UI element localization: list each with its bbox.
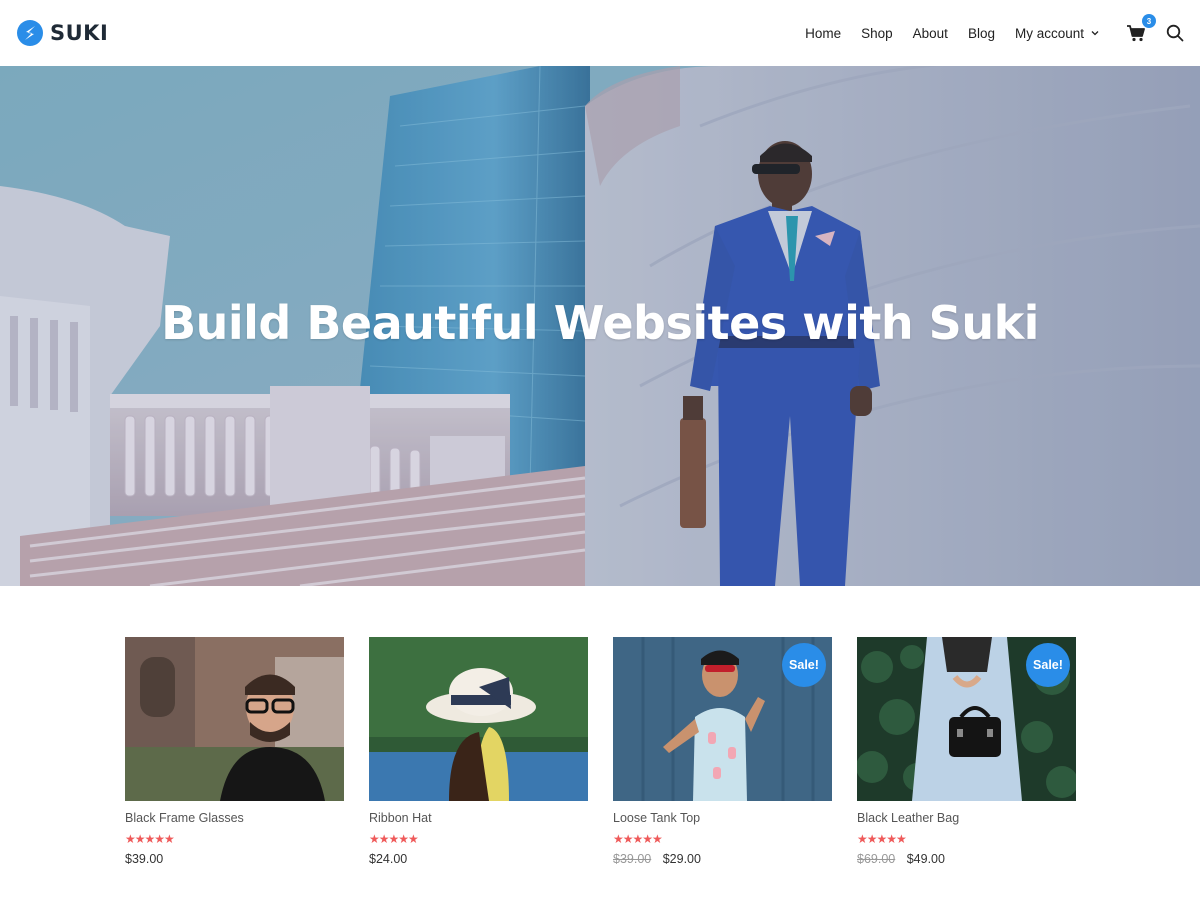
rating-stars: ★★★★★: [125, 832, 175, 846]
nav-about-label: About: [912, 25, 948, 41]
nav-my-account[interactable]: My account: [1005, 0, 1110, 66]
chevron-down-icon: [1091, 31, 1099, 36]
product-price: $39.00 $29.00: [613, 852, 832, 866]
product-price: $69.00 $49.00: [857, 852, 1076, 866]
product-card: Ribbon Hat ★★★★★ $24.00: [369, 637, 588, 877]
nav-my-account-label: My account: [1014, 25, 1084, 41]
nav-home[interactable]: Home: [795, 0, 851, 66]
price-original: $69.00: [857, 852, 896, 866]
search-button[interactable]: [1166, 24, 1184, 42]
product-name[interactable]: Loose Tank Top: [613, 811, 832, 825]
product-card: Black Frame Glasses ★★★★★ $39.00: [125, 637, 344, 877]
price-current: $49.00: [906, 852, 945, 866]
product-card: Sale! Black Leather Bag ★★★★★ $69.00 $49…: [857, 637, 1076, 877]
site-logo[interactable]: SUKI: [16, 19, 108, 47]
product-image-ribbon-hat[interactable]: [369, 637, 588, 801]
main-nav: Home Shop About Blog My account 3: [795, 0, 1184, 66]
product-name[interactable]: Black Leather Bag: [857, 811, 1076, 825]
product-name[interactable]: Black Frame Glasses: [125, 811, 344, 825]
sale-badge: Sale!: [782, 643, 826, 687]
cart-icon: [1127, 25, 1145, 42]
product-grid: Black Frame Glasses ★★★★★ $39.00 Ribbon …: [125, 637, 1076, 877]
price-current: $39.00: [125, 852, 164, 866]
price-current: $24.00: [369, 852, 408, 866]
product-name[interactable]: Ribbon Hat: [369, 811, 588, 825]
suki-logo-icon: [17, 20, 43, 46]
product-price: $39.00: [125, 852, 344, 866]
cart-button[interactable]: 3: [1126, 14, 1156, 43]
search-icon: [1166, 24, 1184, 42]
nav-blog[interactable]: Blog: [958, 0, 1005, 66]
nav-about[interactable]: About: [903, 0, 958, 66]
nav-blog-label: Blog: [967, 25, 995, 41]
nav-home-label: Home: [805, 25, 842, 41]
price-current: $29.00: [662, 852, 701, 866]
nav-shop[interactable]: Shop: [851, 0, 903, 66]
price-original: $39.00: [613, 852, 652, 866]
product-price: $24.00: [369, 852, 588, 866]
rating-stars: ★★★★★: [369, 832, 419, 846]
site-header: SUKI Home Shop About Blog My account 3: [0, 0, 1200, 66]
product-card: Sale! Loose Tank Top ★★★★★ $39.00 $29.00: [613, 637, 832, 877]
cart-count-badge: 3: [1142, 14, 1156, 28]
hero-banner: Build Beautiful Websites with Suki: [0, 66, 1200, 586]
nav-shop-label: Shop: [861, 25, 893, 41]
product-photo: [369, 637, 588, 801]
hero-title: Build Beautiful Websites with Suki: [161, 296, 1039, 350]
rating-stars: ★★★★★: [613, 832, 663, 846]
product-photo: [125, 637, 344, 801]
product-image-black-leather-bag[interactable]: Sale!: [857, 637, 1076, 801]
rating-stars: ★★★★★: [857, 832, 907, 846]
product-image-black-frame-glasses[interactable]: [125, 637, 344, 801]
product-image-loose-tank-top[interactable]: Sale!: [613, 637, 832, 801]
brand-name: SUKI: [50, 21, 109, 45]
sale-badge: Sale!: [1026, 643, 1070, 687]
